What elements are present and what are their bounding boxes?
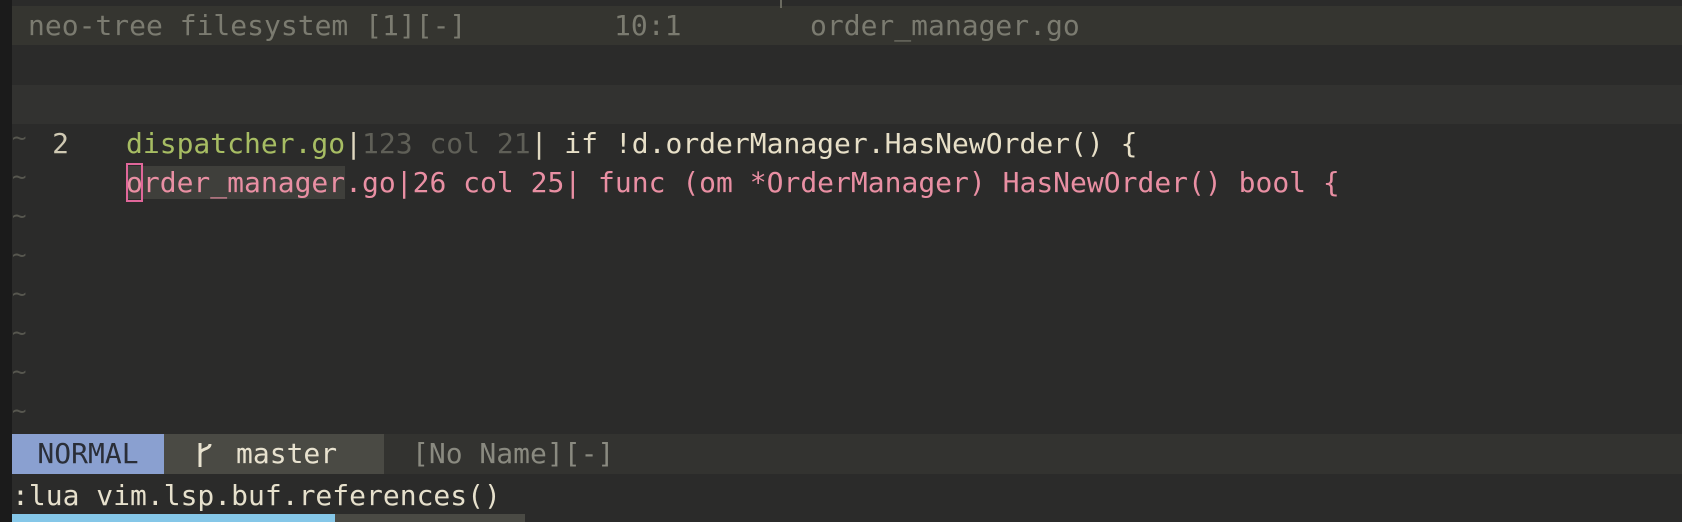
list-item[interactable]: 1 dispatcher.go|123 col 21| if !d.orderM… — [12, 46, 1682, 160]
neovim-window[interactable]: neo-tree filesystem [1][-] 10:1 order_ma… — [12, 0, 1682, 522]
cursor-position: 10:1 — [614, 9, 682, 42]
split-separator — [780, 0, 782, 8]
branch-name: master — [236, 437, 338, 470]
bottom-tab-active — [12, 514, 335, 522]
empty-line-marker: ~ — [12, 241, 27, 269]
list-item-current[interactable]: 2 order_manager.go|26 col 25| func (om *… — [12, 85, 1682, 202]
empty-line-marker: ~ — [12, 397, 27, 425]
window-file-name[interactable]: order_manager.go — [810, 6, 1080, 45]
cursor: o — [126, 163, 143, 202]
empty-line-marker: ~ — [12, 163, 27, 191]
reference-file[interactable]: dispatcher.go — [126, 127, 345, 160]
empty-line-marker: ~ — [12, 319, 27, 347]
reference-location: 123 col 21 — [362, 127, 531, 160]
command-line[interactable]: :lua vim.lsp.buf.references() — [12, 476, 501, 516]
reference-location: 26 col 25 — [412, 166, 565, 199]
git-branch: master — [164, 434, 384, 474]
empty-line-marker: ~ — [12, 202, 27, 230]
neo-tree-title[interactable]: neo-tree filesystem [1][-] — [28, 6, 466, 45]
reference-entry[interactable]: dispatcher.go|123 col 21| if !d.orderMan… — [126, 124, 1137, 163]
left-window-edge — [0, 0, 12, 522]
reference-entry[interactable]: order_manager.go|26 col 25| func (om *Or… — [126, 163, 1340, 202]
reference-file[interactable]: order_manager — [126, 163, 346, 202]
reference-snippet: if !d.orderManager.HasNewOrder() { — [547, 127, 1138, 160]
empty-line-marker: ~ — [12, 280, 27, 308]
statusline: NORMAL master [No Name][-] — [12, 434, 1682, 474]
reference-snippet: func (om *OrderManager) HasNewOrder() bo… — [581, 166, 1340, 199]
mode-indicator: NORMAL — [12, 434, 164, 474]
empty-line-marker: ~ — [12, 358, 27, 386]
empty-line-marker: ~ — [12, 124, 27, 152]
buffer-name: [No Name][-] — [412, 437, 615, 470]
bottom-tab-inactive — [335, 514, 525, 522]
branch-icon — [194, 434, 216, 474]
window-bar: neo-tree filesystem [1][-] 10:1 order_ma… — [12, 0, 1682, 45]
